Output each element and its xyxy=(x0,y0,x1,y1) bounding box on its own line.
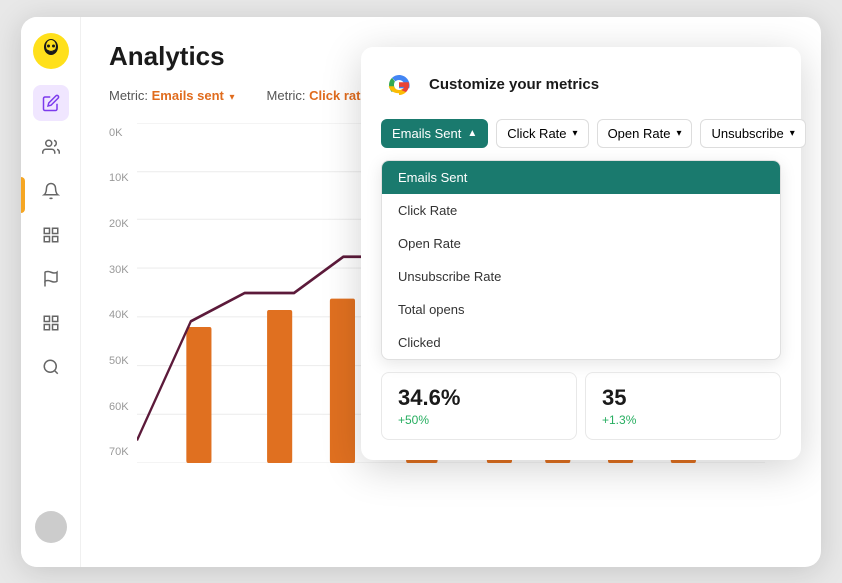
open-rate-dropdown[interactable]: Open Rate ▾ xyxy=(597,119,693,148)
click-rate-dropdown[interactable]: Click Rate ▾ xyxy=(496,119,588,148)
dropdown-item-total-opens[interactable]: Total opens xyxy=(382,293,780,326)
sidebar-item-reports[interactable] xyxy=(33,217,69,253)
sidebar-item-edit[interactable] xyxy=(33,85,69,121)
unsubscribe-delta: +1.3% xyxy=(602,413,764,427)
sidebar-item-bell[interactable] xyxy=(33,173,69,209)
sidebar-item-contacts[interactable] xyxy=(33,129,69,165)
open-rate-delta: +50% xyxy=(398,413,560,427)
emails-sent-dropdown[interactable]: Emails Sent ▲ xyxy=(381,119,488,148)
sidebar-item-flag[interactable] xyxy=(33,261,69,297)
modal-dropdowns-row: Emails Sent ▲ Click Rate ▾ Open Rate ▾ U… xyxy=(381,119,781,148)
metric-cards-row: 34.6% +50% 35 +1.3% xyxy=(381,372,781,440)
chevron-down-icon-3: ▾ xyxy=(790,128,795,139)
unsubscribe-card: 35 +1.3% xyxy=(585,372,781,440)
sidebar xyxy=(21,17,81,567)
sidebar-item-search[interactable] xyxy=(33,349,69,385)
google-logo-icon xyxy=(381,67,417,103)
metric1-label: Metric: Emails sent ▾ xyxy=(109,88,235,103)
chart-y-axis-left: 70K 60K 50K 40K 30K 20K 10K 0K xyxy=(109,123,129,463)
chevron-up-icon: ▲ xyxy=(467,128,477,139)
main-container: Analytics Metric: Emails sent ▾ Metric: … xyxy=(21,17,821,567)
chevron-down-icon: ▾ xyxy=(573,128,578,139)
modal-header: Customize your metrics xyxy=(381,67,781,103)
dropdown-item-unsubscribe-rate[interactable]: Unsubscribe Rate xyxy=(382,260,780,293)
dropdown-item-clicked[interactable]: Clicked xyxy=(382,326,780,359)
dropdown-item-emails-sent[interactable]: Emails Sent xyxy=(382,161,780,194)
user-avatar[interactable] xyxy=(35,511,67,543)
unsubscribe-value: 35 xyxy=(602,385,764,411)
open-rate-card: 34.6% +50% xyxy=(381,372,577,440)
chevron-down-icon-2: ▾ xyxy=(676,128,681,139)
open-rate-value: 34.6% xyxy=(398,385,560,411)
dropdown-item-click-rate[interactable]: Click Rate xyxy=(382,194,780,227)
brand-logo xyxy=(33,33,69,69)
dropdown-item-open-rate[interactable]: Open Rate xyxy=(382,227,780,260)
sidebar-active-indicator xyxy=(21,177,25,213)
customize-metrics-modal: Customize your metrics Emails Sent ▲ Cli… xyxy=(361,47,801,460)
emails-sent-dropdown-menu: Emails Sent Click Rate Open Rate Unsubsc… xyxy=(381,160,781,360)
unsubscribe-dropdown[interactable]: Unsubscribe ▾ xyxy=(700,119,805,148)
sidebar-item-grid[interactable] xyxy=(33,305,69,341)
metric1-chevron-icon: ▾ xyxy=(230,92,235,103)
modal-title: Customize your metrics xyxy=(429,76,599,93)
